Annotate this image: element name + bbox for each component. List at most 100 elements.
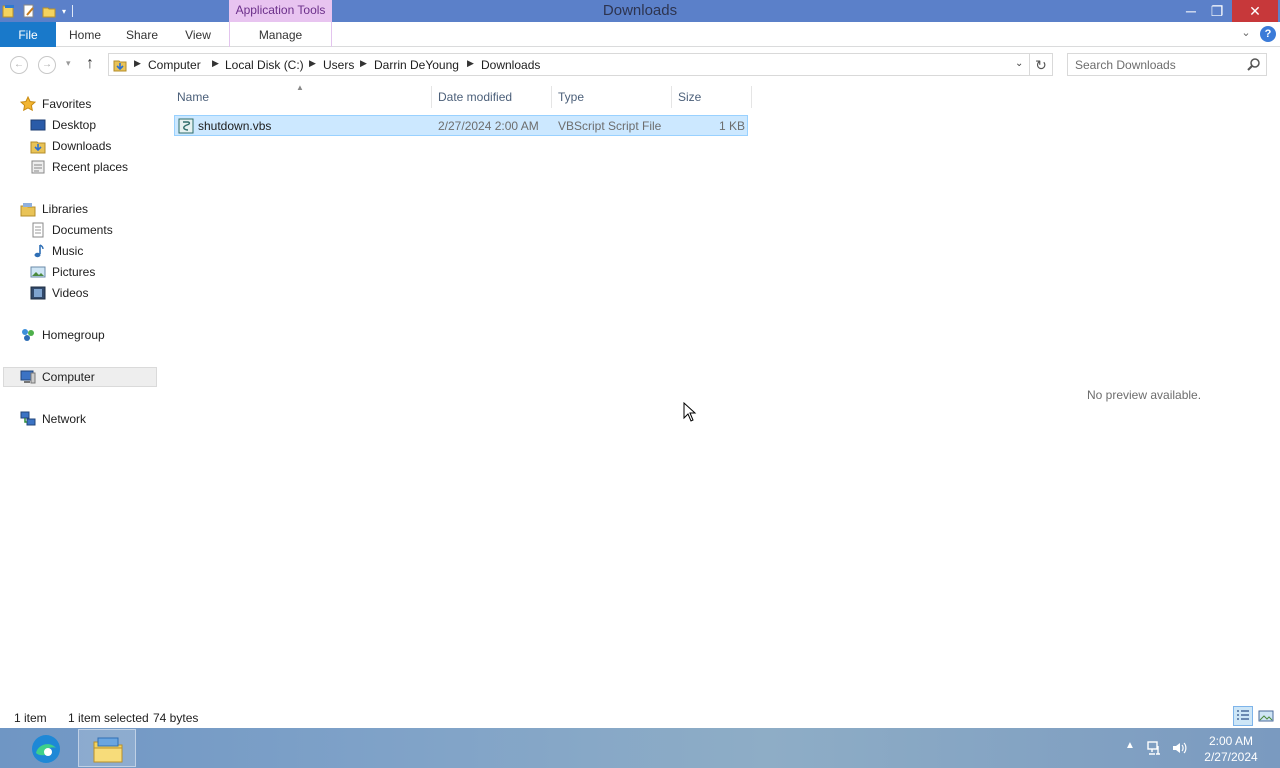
nav-network[interactable]: Network [20, 409, 86, 429]
breadcrumb-user-folder[interactable]: Darrin DeYoung [374, 58, 459, 72]
back-button[interactable]: ← [10, 56, 28, 74]
nav-computer[interactable]: Computer [3, 367, 157, 387]
expand-ribbon-chevron-icon[interactable]: ⌄ [1238, 26, 1254, 42]
clock-time: 2:00 AM [1208, 734, 1254, 748]
taskbar-clock[interactable]: 2:00 AM 2/27/2024 [1196, 733, 1266, 765]
breadcrumb-downloads[interactable]: Downloads [481, 58, 540, 72]
breadcrumb-separator-icon[interactable]: ▶ [309, 58, 316, 69]
tab-home[interactable]: Home [60, 22, 110, 47]
file-size: 1 KB [718, 119, 745, 133]
search-input[interactable] [1068, 54, 1244, 75]
vbscript-file-icon [178, 118, 194, 134]
column-header-size[interactable]: Size [672, 86, 752, 108]
taskbar-edge-button[interactable] [17, 729, 75, 767]
pictures-icon [30, 266, 46, 278]
new-folder-icon[interactable] [42, 4, 56, 18]
qat-divider [72, 5, 74, 17]
nav-libraries-label: Libraries [42, 202, 89, 216]
taskbar-file-explorer-button[interactable] [78, 729, 136, 767]
computer-icon [20, 370, 36, 384]
file-row[interactable]: shutdown.vbs 2/27/2024 2:00 AM VBScript … [174, 115, 748, 136]
breadcrumb-separator-icon[interactable]: ▶ [360, 58, 367, 69]
tab-share[interactable]: Share [118, 22, 166, 47]
breadcrumb-separator-icon[interactable]: ▶ [134, 58, 141, 69]
address-bar[interactable]: ▶ Computer ▶ Local Disk (C:) ▶ Users ▶ D… [108, 53, 1030, 76]
nav-favorites-label: Favorites [42, 97, 92, 111]
nav-homegroup[interactable]: Homegroup [20, 325, 105, 345]
column-header-date-modified[interactable]: Date modified [432, 86, 552, 108]
window-title: Downloads [602, 2, 678, 19]
search-box[interactable] [1067, 53, 1267, 76]
edge-icon [32, 735, 60, 763]
nav-videos[interactable]: Videos [30, 283, 88, 303]
nav-recent-places[interactable]: Recent places [30, 157, 128, 177]
recent-locations-chevron-icon[interactable]: ▾ [66, 58, 71, 69]
mouse-cursor-icon [683, 402, 697, 422]
star-icon [20, 96, 36, 112]
show-hidden-icons-chevron-icon[interactable]: ▲ [1125, 740, 1135, 751]
search-icon[interactable] [1246, 57, 1262, 73]
downloads-folder-icon [30, 141, 46, 154]
status-item-count: 1 item [14, 711, 47, 725]
libraries-icon [20, 203, 36, 217]
nav-desktop[interactable]: Desktop [30, 115, 96, 135]
nav-libraries[interactable]: Libraries [20, 199, 88, 219]
properties-icon[interactable] [22, 4, 36, 18]
breadcrumb-separator-icon[interactable]: ▶ [467, 58, 474, 69]
customize-qat-chevron-icon[interactable]: ▾ [62, 7, 66, 16]
details-view-icon [1237, 710, 1249, 720]
preview-message: No preview available. [1087, 388, 1202, 402]
breadcrumb-computer[interactable]: Computer [148, 58, 201, 72]
ribbon-tab-bar: File Home Share View Manage ⌄ ? [0, 22, 1280, 47]
nav-downloads[interactable]: Downloads [30, 136, 111, 156]
file-date-modified: 2/27/2024 2:00 AM [438, 119, 539, 133]
column-header-type[interactable]: Type [552, 86, 672, 108]
network-icon [20, 411, 36, 426]
nav-favorites[interactable]: Favorites [20, 94, 91, 114]
tab-view[interactable]: View [176, 22, 220, 47]
tab-file[interactable]: File [0, 22, 56, 47]
large-icons-view-button[interactable] [1256, 706, 1276, 726]
documents-icon [32, 222, 44, 238]
network-status-icon[interactable] [1146, 740, 1162, 756]
volume-icon[interactable] [1171, 740, 1187, 756]
title-bar: ▾ Application Tools Downloads ─ ❐ ✕ [0, 0, 1280, 22]
large-icons-view-icon [1258, 710, 1274, 722]
nav-downloads-label: Downloads [52, 139, 112, 153]
file-type: VBScript Script File [558, 119, 662, 133]
nav-documents-label: Documents [52, 223, 113, 237]
folder-icon [93, 737, 123, 763]
desktop-icon [30, 119, 46, 131]
forward-button[interactable]: → [38, 56, 56, 74]
nav-pictures[interactable]: Pictures [30, 262, 95, 282]
column-header-name[interactable]: Name [171, 86, 432, 108]
application-tools-context-tab: Application Tools [229, 0, 332, 22]
breadcrumb-local-disk[interactable]: Local Disk (C:) [225, 58, 304, 72]
folder-location-icon [113, 60, 127, 72]
taskbar: ▲ 2:00 AM 2/27/2024 [0, 728, 1280, 768]
refresh-button[interactable]: ↻ [1030, 53, 1053, 76]
file-name: shutdown.vbs [198, 119, 272, 133]
restore-button[interactable]: ❐ [1204, 0, 1230, 22]
breadcrumb-separator-icon[interactable]: ▶ [212, 58, 219, 69]
up-button[interactable]: ↑ [86, 55, 94, 73]
close-button[interactable]: ✕ [1232, 0, 1278, 22]
quick-access-toolbar: ▾ [2, 3, 74, 19]
breadcrumb-users[interactable]: Users [323, 58, 354, 72]
tab-manage[interactable]: Manage [229, 22, 332, 47]
nav-music-label: Music [52, 244, 84, 258]
help-icon[interactable]: ? [1260, 26, 1276, 42]
address-history-chevron-icon[interactable]: ⌄ [1015, 58, 1023, 69]
nav-documents[interactable]: Documents [30, 220, 113, 240]
nav-recent-places-label: Recent places [52, 160, 129, 174]
navigation-pane: Favorites Desktop Downloads Recent place… [0, 86, 158, 706]
nav-pictures-label: Pictures [52, 265, 96, 279]
details-view-button[interactable] [1233, 706, 1253, 726]
minimize-button[interactable]: ─ [1178, 0, 1204, 22]
nav-desktop-label: Desktop [52, 118, 97, 132]
explorer-app-icon[interactable] [2, 4, 16, 18]
nav-computer-label: Computer [42, 370, 95, 384]
nav-music[interactable]: Music [30, 241, 83, 261]
music-note-icon [34, 244, 44, 258]
status-selection: 1 item selected [68, 711, 149, 725]
